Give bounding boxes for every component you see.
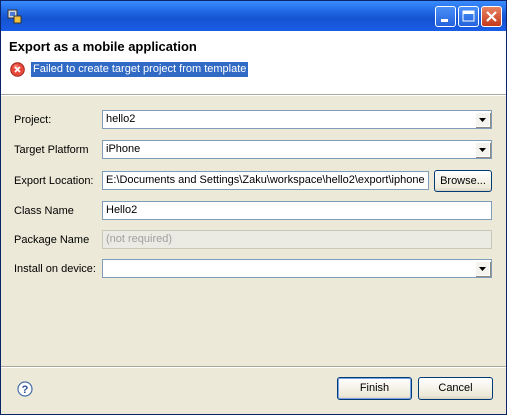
export-location-label: Export Location:	[14, 175, 94, 187]
dialog-header: Export as a mobile application Failed to…	[1, 31, 506, 95]
maximize-button[interactable]	[458, 6, 479, 27]
browse-button[interactable]: Browse...	[434, 170, 492, 192]
error-message: Failed to create target project from tem…	[31, 62, 249, 77]
target-platform-value: iPhone	[106, 143, 141, 155]
maximize-icon	[462, 10, 475, 22]
project-label: Project:	[14, 114, 52, 126]
target-platform-label: Target Platform	[14, 144, 89, 156]
chevron-down-icon	[479, 267, 486, 271]
export-dialog: Export as a mobile application Failed to…	[0, 0, 507, 415]
chevron-down-icon	[479, 118, 486, 122]
cancel-button[interactable]: Cancel	[418, 377, 493, 400]
install-on-device-combo[interactable]	[102, 259, 492, 278]
project-dropdown-button[interactable]	[475, 112, 490, 127]
minimize-icon	[441, 19, 448, 22]
class-name-label: Class Name	[14, 205, 74, 217]
class-name-value: Hello2	[106, 204, 138, 216]
chevron-down-icon	[479, 148, 486, 152]
class-name-input[interactable]: Hello2	[102, 201, 492, 220]
target-platform-dropdown-button[interactable]	[475, 142, 490, 157]
finish-button[interactable]: Finish	[337, 377, 412, 400]
package-name-label: Package Name	[14, 234, 90, 246]
help-icon[interactable]: ?	[17, 381, 33, 397]
install-on-device-label: Install on device:	[14, 263, 96, 275]
title-bar[interactable]	[1, 1, 506, 31]
package-name-value: (not required)	[106, 233, 173, 245]
app-icon	[7, 9, 22, 24]
install-on-device-dropdown-button[interactable]	[475, 261, 490, 276]
error-icon	[10, 62, 25, 77]
package-name-input: (not required)	[102, 230, 492, 249]
footer-divider-highlight	[1, 367, 506, 368]
close-button[interactable]	[481, 6, 502, 27]
export-location-input[interactable]: E:\Documents and Settings\Zaku\workspace…	[102, 171, 429, 190]
project-value: hello2	[106, 113, 136, 125]
header-divider	[1, 95, 506, 96]
svg-text:?: ?	[22, 384, 29, 396]
close-icon	[486, 11, 497, 22]
target-platform-combo[interactable]: iPhone	[102, 140, 492, 159]
export-location-value: E:\Documents and Settings\Zaku\workspace…	[106, 174, 425, 186]
page-title: Export as a mobile application	[9, 39, 197, 54]
project-combo[interactable]: hello2	[102, 110, 492, 129]
minimize-button[interactable]	[435, 6, 456, 27]
